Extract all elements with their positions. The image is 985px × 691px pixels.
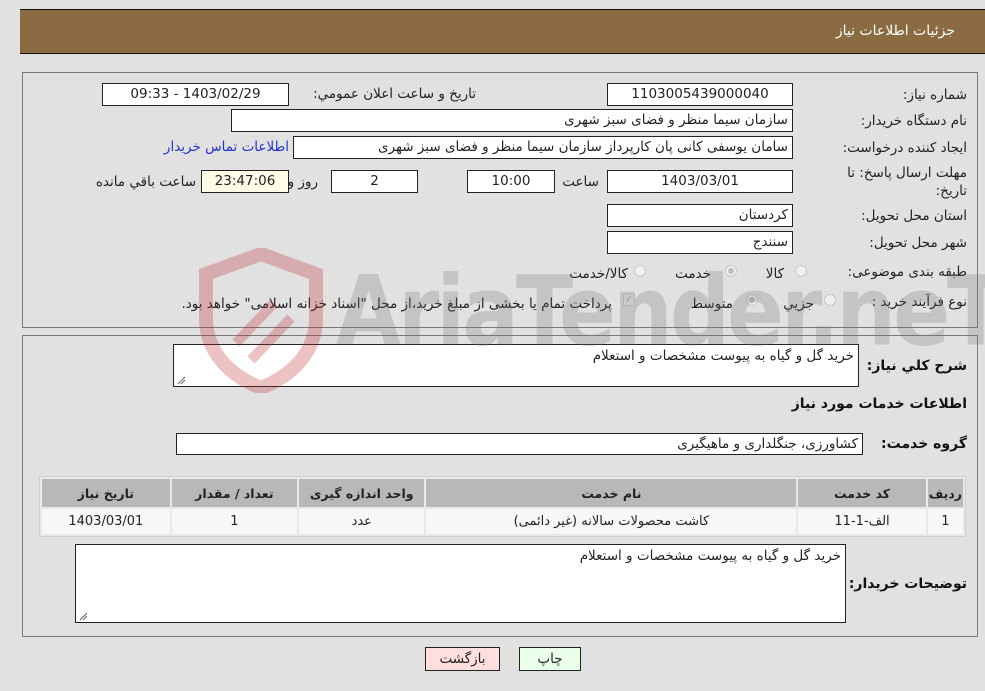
cell-quantity: 1 (171, 509, 298, 534)
category-option-goods-service-label: کالا/خدمت (569, 266, 628, 282)
service-group-label: گروه خدمت: (881, 436, 967, 452)
cell-service-code: الف-1-11 (798, 509, 926, 534)
treasury-checkbox[interactable]: ✓ (623, 294, 635, 306)
buyer-org-field: سازمان سیما منظر و فضای سبز شهری (231, 109, 793, 132)
process-label: نوع فرآیند خرید : (871, 294, 967, 310)
service-group-field: کشاورزی، جنگلداری و ماهیگیری (176, 433, 863, 455)
remaining-label: ساعت باقي مانده (95, 174, 196, 190)
deadline-label: مهلت ارسال پاسخ: تا تاریخ: (847, 164, 967, 200)
services-table-wrapper: ردیف کد خدمت نام خدمت واحد اندازه گیری ت… (39, 476, 966, 537)
back-button[interactable]: بازگشت (425, 647, 500, 671)
days-label: روز و (287, 174, 318, 190)
deadline-label-line1: مهلت ارسال پاسخ: تا (847, 165, 967, 181)
buyer-contact-link[interactable]: اطلاعات تماس خریدار (164, 139, 289, 155)
page-title: جزئیات اطلاعات نیاز (835, 23, 955, 39)
deadline-time-field: 10:00 (467, 170, 555, 193)
announce-label: تاریخ و ساعت اعلان عمومي: (313, 86, 476, 102)
buyer-notes-textarea[interactable]: خرید گل و گیاه به پیوست مشخصات و استعلام (75, 544, 846, 623)
need-number-field: 1103005439000040 (607, 83, 793, 106)
table-row: 1 الف-1-11 کاشت محصولات سالانه (غیر دائم… (42, 509, 963, 534)
buyer-org-label: نام دستگاه خریدار: (860, 113, 967, 129)
col-service-name: نام خدمت (426, 479, 797, 507)
category-option-goods-label: کالا (765, 266, 784, 282)
category-radio-goods[interactable] (795, 265, 807, 277)
days-remaining-field: 2 (331, 170, 418, 193)
process-radio-small[interactable] (824, 294, 836, 306)
treasury-note: پرداخت تمام یا بخشی از مبلغ خرید،از محل … (181, 296, 612, 312)
process-option-small-label: جزیي (783, 296, 814, 312)
deadline-time-label: ساعت (562, 174, 599, 190)
services-section-title: اطلاعات خدمات مورد نیاز (791, 396, 967, 412)
creator-label: ایجاد کننده درخواست: (842, 140, 967, 156)
buyer-notes-text: خرید گل و گیاه به پیوست مشخصات و استعلام (579, 548, 841, 564)
col-quantity: تعداد / مقدار (171, 479, 298, 507)
announce-datetime-field: 1403/02/29 - 09:33 (102, 83, 289, 106)
deadline-date-field: 1403/03/01 (607, 170, 793, 193)
remaining-time-field: 23:47:06 (201, 170, 289, 193)
province-field: کردستان (607, 204, 793, 227)
process-radio-medium[interactable] (746, 294, 758, 306)
table-header-row: ردیف کد خدمت نام خدمت واحد اندازه گیری ت… (42, 479, 963, 507)
cell-unit: عدد (299, 509, 425, 534)
city-label: شهر محل تحویل: (869, 235, 967, 251)
cell-row-number: 1 (927, 509, 963, 534)
resize-grip-icon[interactable] (176, 375, 186, 385)
city-field: سنندج (607, 231, 793, 254)
province-label: استان محل تحویل: (861, 208, 967, 224)
category-radio-goods-service[interactable] (634, 265, 646, 277)
summary-textarea[interactable]: خرید گل و گیاه به پیوست مشخصات و استعلام (173, 344, 859, 387)
col-need-date: تاریخ نیاز (42, 479, 170, 507)
resize-grip-icon[interactable] (78, 611, 88, 621)
col-row-number: ردیف (927, 479, 963, 507)
col-unit: واحد اندازه گیری (299, 479, 425, 507)
category-radio-service[interactable] (725, 265, 737, 277)
cell-service-name: کاشت محصولات سالانه (غیر دائمی) (426, 509, 797, 534)
summary-label: شرح کلي نیاز: (866, 358, 967, 374)
print-button[interactable]: چاپ (519, 647, 581, 671)
category-label: طبقه بندی موضوعی: (847, 264, 967, 280)
col-service-code: کد خدمت (798, 479, 926, 507)
cell-need-date: 1403/03/01 (42, 509, 170, 534)
need-number-label: شماره نیاز: (902, 87, 967, 103)
category-option-service-label: خدمت (675, 266, 711, 282)
buyer-notes-label: توضیحات خریدار: (848, 576, 967, 592)
deadline-label-line2: تاریخ: (935, 183, 967, 199)
services-table: ردیف کد خدمت نام خدمت واحد اندازه گیری ت… (39, 476, 966, 537)
creator-field: سامان یوسفی کانی پان کارپرداز سازمان سیم… (293, 136, 793, 159)
page-header: جزئیات اطلاعات نیاز (20, 9, 985, 54)
summary-text: خرید گل و گیاه به پیوست مشخصات و استعلام (592, 348, 854, 364)
process-option-medium-label: متوسط (690, 296, 733, 312)
